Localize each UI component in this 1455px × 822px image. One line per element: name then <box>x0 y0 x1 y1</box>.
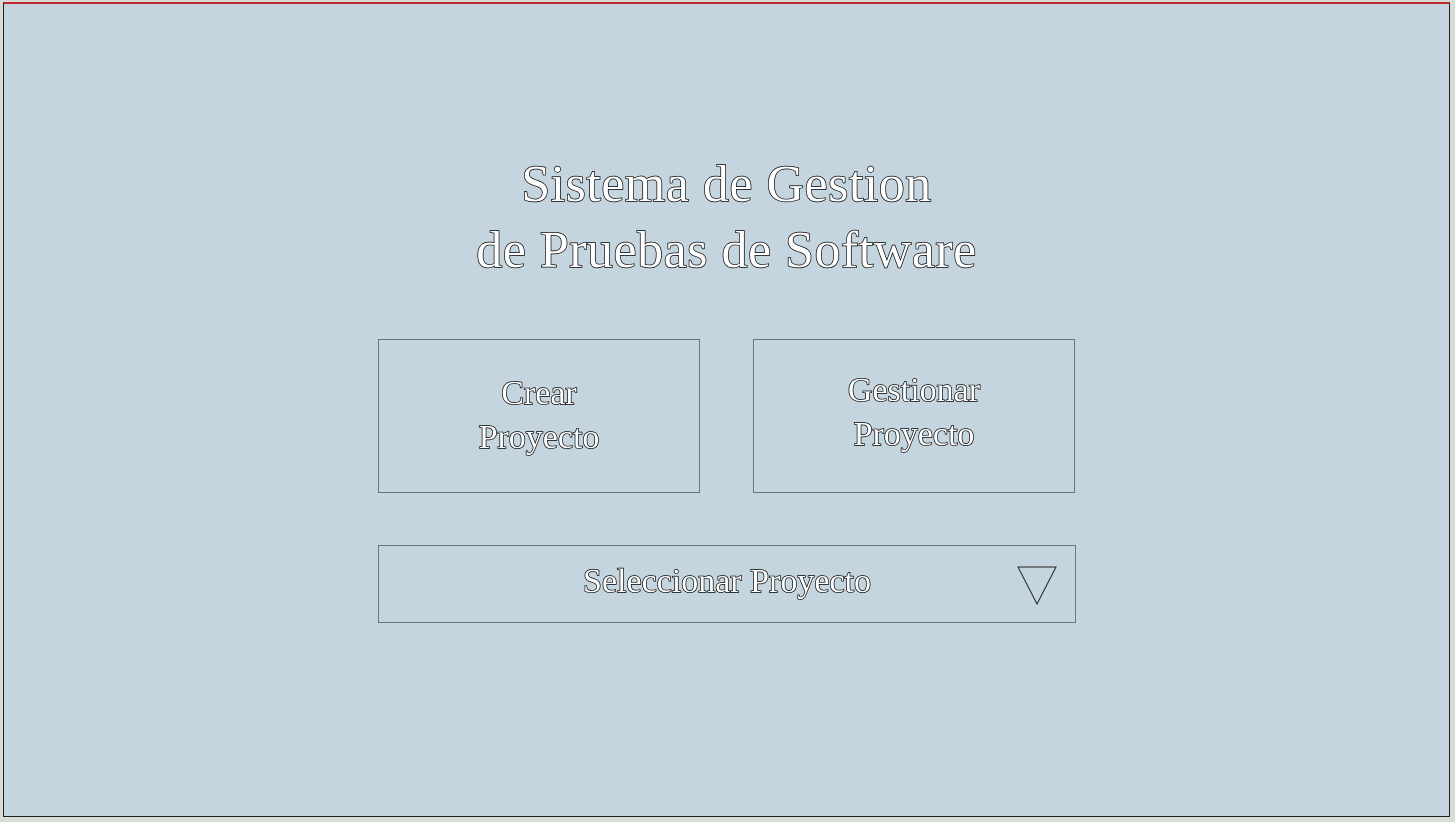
main-window: Sistema de Gestion de Pruebas de Softwar… <box>3 2 1450 817</box>
create-project-label-1: Crear <box>501 374 578 412</box>
manage-project-button[interactable]: Gestionar Proyecto <box>753 339 1075 493</box>
app-title-line-2: de Pruebas de Software <box>476 221 977 279</box>
create-project-label-2: Proyecto <box>478 418 600 456</box>
triangle-down-icon[interactable] <box>1016 564 1058 606</box>
select-project-label: Seleccionar Proyecto <box>582 562 871 600</box>
create-project-button[interactable]: Crear Proyecto <box>378 339 700 493</box>
app-title-line-1: Sistema de Gestion <box>521 155 932 213</box>
app-title: Sistema de Gestion de Pruebas de Softwar… <box>4 152 1449 284</box>
select-project-dropdown[interactable]: Seleccionar Proyecto <box>378 545 1076 623</box>
manage-project-label-2: Proyecto <box>853 415 975 453</box>
manage-project-label-1: Gestionar <box>847 371 981 409</box>
